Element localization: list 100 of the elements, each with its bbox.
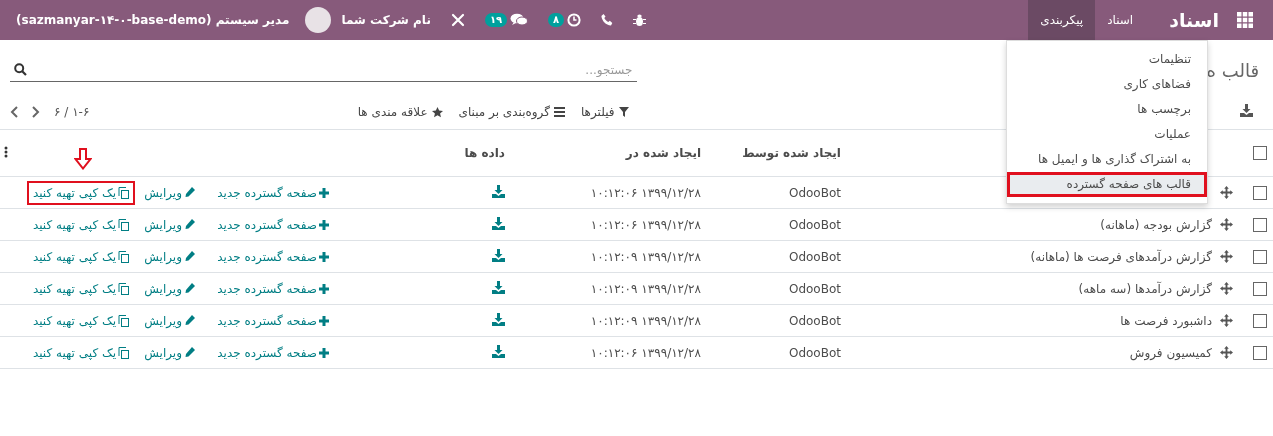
dropdown-item[interactable]: فضاهای کاری (1007, 72, 1207, 97)
plus-icon (319, 251, 329, 262)
download-icon[interactable] (1240, 104, 1253, 117)
column-header[interactable]: ایجاد شده توسط (742, 146, 841, 160)
pencil-icon (184, 283, 195, 294)
new-link[interactable]: صفحه گسترده جدید (213, 310, 333, 331)
checkbox[interactable] (1253, 281, 1267, 296)
dropdown-item[interactable]: برچسب ها (1007, 97, 1207, 122)
table-cell: OdooBot (788, 313, 841, 328)
copy-link[interactable]: یک کپی تهیه کنید (28, 182, 133, 203)
copy-link[interactable]: یک کپی تهیه کنید (28, 246, 133, 267)
plus-icon (319, 315, 329, 326)
pager-value[interactable]: ۱-۶ / ۶ (54, 105, 90, 119)
menu-item[interactable]: اسناد (1095, 0, 1146, 40)
dropdown-item[interactable]: تنظیمات (1007, 47, 1207, 72)
new-link[interactable]: صفحه گسترده جدید (213, 342, 333, 363)
count-badge: ۱۹ (484, 13, 508, 27)
table-cell: ۱۳۹۹/۱۲/۲۸ ۱۰:۱۲:۰۶ (590, 345, 701, 360)
filter-button[interactable]: فیلترها (572, 105, 637, 119)
checkbox[interactable] (1253, 146, 1267, 161)
dropdown-item[interactable]: قالب های صفحه گسترده (1007, 172, 1207, 197)
table-cell: داشبورد فرصت ها (1120, 313, 1212, 328)
column-header[interactable]: ایجاد شده در (625, 146, 701, 160)
dropdown-item[interactable]: عملیات (1007, 122, 1207, 147)
table-cell: ۱۳۹۹/۱۲/۲۸ ۱۰:۱۲:۰۶ (590, 217, 701, 232)
copy-icon (118, 282, 129, 295)
move-handle-icon[interactable] (1220, 250, 1233, 263)
company-name[interactable]: نام شرکت شما (331, 13, 441, 27)
new-link[interactable]: صفحه گسترده جدید (213, 214, 333, 235)
copy-icon (118, 346, 129, 359)
pencil-icon (184, 347, 195, 358)
pencil-icon (184, 187, 195, 198)
move-handle-icon[interactable] (1220, 186, 1233, 199)
table-cell: ۱۳۹۹/۱۲/۲۸ ۱۰:۱۲:۰۹ (590, 281, 701, 296)
filter-button[interactable]: علاقه مندی ها (349, 105, 451, 119)
copy-icon (118, 218, 129, 231)
move-handle-icon[interactable] (1220, 218, 1233, 231)
move-handle-icon[interactable] (1220, 282, 1233, 295)
copy-icon (118, 250, 129, 263)
new-link[interactable]: صفحه گسترده جدید (213, 182, 333, 203)
edit-link[interactable]: ویرایش (140, 278, 199, 299)
clock-icon[interactable] (567, 13, 582, 27)
checkbox[interactable] (1253, 345, 1267, 360)
plus-icon (319, 347, 329, 358)
checkbox[interactable] (1253, 185, 1267, 200)
chevron-left-icon[interactable] (10, 106, 18, 118)
download-icon[interactable] (492, 248, 505, 262)
filter-button[interactable]: گروه‌بندی بر مبنای (450, 105, 573, 119)
new-link[interactable]: صفحه گسترده جدید (213, 278, 333, 299)
move-handle-icon[interactable] (1220, 314, 1233, 327)
kebab-menu-icon[interactable] (4, 145, 8, 158)
move-handle-icon[interactable] (1220, 346, 1233, 359)
checkbox[interactable] (1253, 217, 1267, 232)
bug-icon[interactable] (633, 13, 647, 27)
search-field[interactable]: جستجو... (29, 58, 637, 82)
user-name[interactable]: مدیر سیستم (sazmanyar-۱۴-۰-base-demo) (6, 13, 300, 27)
table-cell: کمیسیون فروش (1129, 345, 1212, 360)
pencil-icon (184, 219, 195, 230)
edit-link[interactable]: ویرایش (140, 214, 199, 235)
copy-icon (118, 314, 129, 327)
table-cell: OdooBot (788, 217, 841, 232)
menu-item[interactable]: پیکربندی (1028, 0, 1096, 40)
pencil-icon (184, 251, 195, 262)
column-header[interactable]: داده ها (464, 146, 505, 160)
table-cell: ۱۳۹۹/۱۲/۲۸ ۱۰:۱۲:۰۹ (590, 313, 701, 328)
table-cell: OdooBot (788, 281, 841, 296)
table-cell: گزارش بودجه (ماهانه) (1100, 217, 1212, 232)
edit-link[interactable]: ویرایش (140, 310, 199, 331)
copy-link[interactable]: یک کپی تهیه کنید (28, 278, 133, 299)
table-cell: OdooBot (788, 249, 841, 264)
down-arrow-icon (74, 148, 92, 170)
app-title: اسناد (1168, 8, 1220, 33)
apps-grid-icon[interactable] (1237, 12, 1253, 28)
count-badge: ۸ (548, 13, 565, 27)
download-icon[interactable] (492, 280, 505, 294)
table-cell: گزارش درآمدها (سه ماهه) (1078, 281, 1212, 296)
download-icon[interactable] (492, 216, 505, 230)
copy-link[interactable]: یک کپی تهیه کنید (28, 342, 133, 363)
copy-link[interactable]: یک کپی تهیه کنید (28, 310, 133, 331)
dropdown-item[interactable]: به اشتراک گذاری ها و ایمیل ها (1007, 147, 1207, 172)
phone-icon[interactable] (601, 14, 614, 26)
edit-link[interactable]: ویرایش (140, 342, 199, 363)
plus-icon (319, 187, 329, 198)
edit-link[interactable]: ویرایش (140, 246, 199, 267)
table-cell: ۱۳۹۹/۱۲/۲۸ ۱۰:۱۲:۰۶ (590, 185, 701, 200)
edit-link[interactable]: ویرایش (140, 182, 199, 203)
checkbox[interactable] (1253, 249, 1267, 264)
chevron-right-icon[interactable] (32, 106, 40, 118)
download-icon[interactable] (492, 184, 505, 198)
new-link[interactable]: صفحه گسترده جدید (213, 246, 333, 267)
avatar-icon[interactable] (305, 7, 332, 33)
chat-icon[interactable] (510, 13, 529, 27)
copy-icon (118, 186, 129, 199)
download-icon[interactable] (492, 312, 505, 326)
copy-link[interactable]: یک کپی تهیه کنید (28, 214, 133, 235)
checkbox[interactable] (1253, 313, 1267, 328)
table-cell: OdooBot (788, 185, 841, 200)
tools-icon[interactable] (450, 13, 465, 27)
download-icon[interactable] (492, 344, 505, 358)
plus-icon (319, 219, 329, 230)
